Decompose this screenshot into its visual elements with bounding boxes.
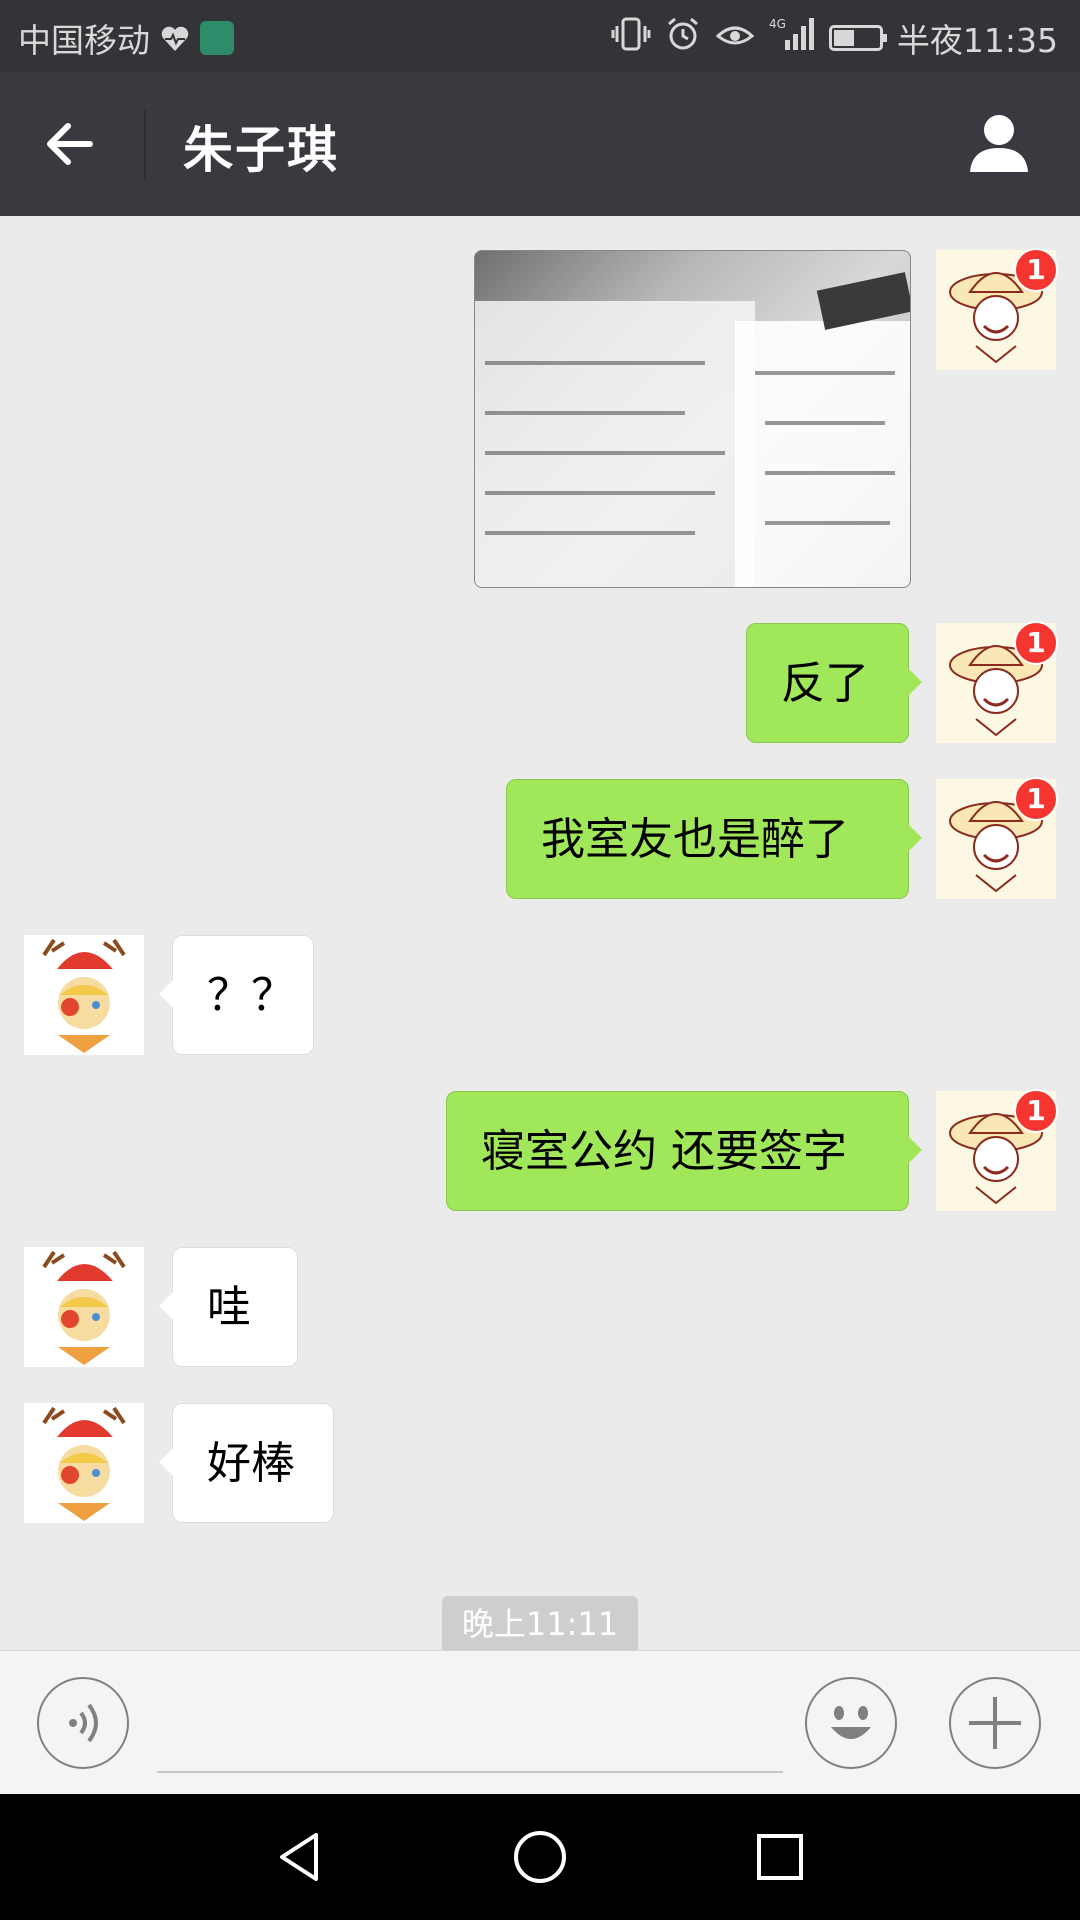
battery-icon (828, 25, 887, 51)
message-bubble[interactable]: 好棒 (159, 1403, 334, 1523)
unread-badge: 1 (1014, 248, 1058, 292)
signal-icon: 4G (769, 16, 815, 60)
chat-info-button[interactable] (966, 110, 1032, 176)
emoji-button[interactable] (805, 1677, 897, 1769)
clock-label: 半夜11:35 (896, 21, 1058, 60)
my-avatar[interactable]: 1 (936, 1089, 1058, 1211)
network-label: 4G (769, 17, 786, 31)
vibrate-icon (611, 16, 651, 60)
unread-badge: 1 (1014, 777, 1058, 821)
reindeer-hat-avatar-icon (42, 1406, 126, 1521)
message-bubble[interactable]: 我室友也是醉了 (506, 779, 922, 899)
plus-icon (969, 1697, 1021, 1749)
message-bubble[interactable]: 哇 (159, 1247, 298, 1367)
nav-home-button[interactable] (510, 1827, 570, 1887)
photo-thumbnail[interactable] (474, 250, 911, 588)
person-icon (970, 115, 1028, 172)
my-avatar[interactable]: 1 (936, 248, 1058, 370)
nav-recents-icon (757, 1834, 803, 1880)
my-avatar[interactable]: 1 (936, 777, 1058, 899)
more-options-button[interactable] (949, 1677, 1041, 1769)
nav-recents-button[interactable] (750, 1827, 810, 1887)
carrier-label: 中国移动 (18, 21, 150, 60)
unread-badge: 1 (1014, 1089, 1058, 1133)
input-bar (0, 1650, 1080, 1795)
smiley-icon (831, 1706, 871, 1739)
eye-icon (715, 16, 755, 60)
my-avatar[interactable]: 1 (936, 621, 1058, 743)
app-notification-icon (200, 21, 234, 55)
voice-button[interactable] (37, 1677, 129, 1769)
voice-icon (69, 1703, 98, 1743)
alarm-icon (665, 16, 701, 60)
reindeer-hat-avatar-icon (42, 938, 126, 1053)
timestamp-label: 晚上11:11 (442, 1596, 638, 1652)
contact-avatar[interactable] (24, 1247, 144, 1367)
message-bubble[interactable]: ？？ (159, 935, 314, 1055)
header-divider (144, 110, 146, 180)
chat-header: 朱子琪 (0, 72, 1080, 216)
message-input[interactable] (157, 1681, 783, 1773)
heartbeat-icon (160, 23, 190, 53)
message-bubble[interactable]: 反了 (746, 623, 922, 743)
unread-badge: 1 (1014, 621, 1058, 665)
arrow-left-icon (47, 123, 93, 165)
nav-back-icon (280, 1833, 318, 1881)
chat-title: 朱子琪 (183, 121, 339, 179)
status-bar: 中国移动 4G 半夜11:35 (0, 0, 1080, 72)
nav-home-icon (514, 1831, 566, 1883)
contact-avatar[interactable] (24, 1403, 144, 1523)
contact-avatar[interactable] (24, 935, 144, 1055)
reindeer-hat-avatar-icon (42, 1250, 126, 1365)
back-button[interactable] (40, 114, 100, 174)
nav-back-button[interactable] (270, 1827, 330, 1887)
system-nav-bar (0, 1794, 1080, 1920)
message-bubble[interactable]: 寝室公约 还要签字 (446, 1091, 922, 1211)
